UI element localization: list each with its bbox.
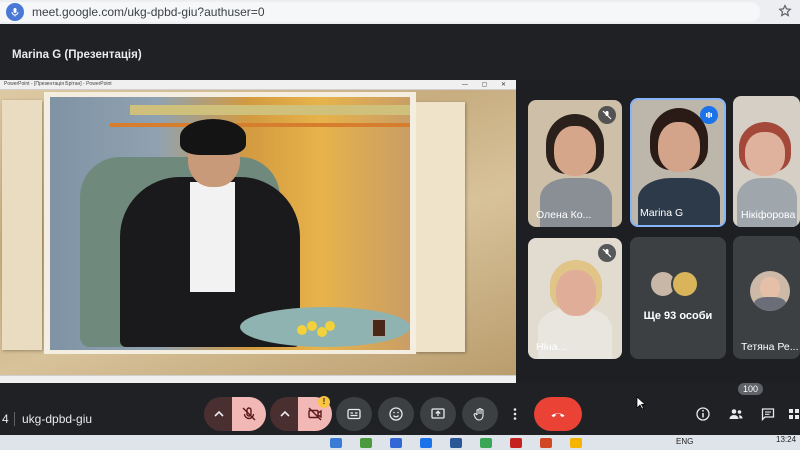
participant-name: Олена Ко... [536, 209, 592, 221]
bookmark-star-icon[interactable] [778, 4, 792, 18]
taskbar-app-icon[interactable] [360, 438, 372, 448]
participant-name: Marina G [640, 207, 684, 219]
window-controls-icon: — ▢ ✕ [461, 82, 512, 88]
chevron-up-icon [214, 410, 224, 417]
stacked-avatars [649, 270, 699, 298]
mic-off-icon [598, 244, 616, 262]
chat-icon [761, 408, 775, 422]
taskbar-app-icon[interactable] [390, 438, 402, 448]
participant-video [638, 178, 720, 225]
more-vert-icon [513, 408, 517, 420]
voice-search-icon[interactable] [6, 3, 24, 21]
slide-card-right [415, 102, 465, 352]
audio-options-button[interactable] [204, 397, 234, 431]
chevron-up-icon [280, 410, 290, 417]
meeting-code: ukg-dpbd-giu [22, 412, 93, 426]
photo-flowers [295, 319, 337, 341]
address-field[interactable]: meet.google.com/ukg-dpbd-giu?authuser=0 [0, 2, 760, 22]
present-button[interactable] [420, 397, 456, 431]
photo-backdrop-stripe [130, 105, 410, 115]
present-screen-icon [431, 408, 445, 419]
captions-icon [347, 408, 361, 420]
taskbar-app-icon[interactable] [570, 438, 582, 448]
camera-alert-badge: ! [318, 396, 330, 408]
more-participants-tile[interactable]: Ще 93 особи [630, 237, 726, 359]
participant-face [745, 132, 785, 176]
raise-hand-button[interactable] [462, 397, 498, 431]
taskbar-app-icon[interactable] [330, 438, 342, 448]
camera-off-icon [308, 407, 322, 421]
powerpoint-statusbar [0, 375, 516, 383]
meet-header: Marina G (Презентація) [0, 24, 800, 80]
meeting-details-button[interactable] [694, 405, 712, 423]
participant-tile[interactable]: Ніна... [528, 238, 622, 359]
presenter-title: Marina G (Презентація) [12, 49, 142, 61]
activities-button[interactable] [788, 405, 800, 423]
taskbar-app-icon[interactable] [510, 438, 522, 448]
browser-address-bar: meet.google.com/ukg-dpbd-giu?authuser=0 [0, 0, 800, 24]
os-taskbar: ENG 13:24 [0, 435, 800, 450]
avatar [750, 271, 790, 311]
speaking-indicator-icon [700, 106, 718, 124]
info-icon [696, 407, 710, 421]
video-options-button[interactable] [270, 397, 300, 431]
system-clock[interactable]: 13:24 [776, 435, 796, 444]
taskbar-app-icon[interactable] [480, 438, 492, 448]
meeting-time: 4 [2, 412, 9, 426]
participant-face [556, 270, 596, 316]
captions-button[interactable] [336, 397, 372, 431]
powerpoint-titlebar: PowerPoint - [Презентація Брітан] - Powe… [0, 80, 516, 90]
hand-icon [473, 407, 484, 421]
browser-toolbar-icons [778, 4, 792, 18]
people-button[interactable] [727, 405, 745, 423]
mic-toggle-button[interactable] [232, 397, 266, 431]
participant-face [554, 126, 596, 176]
divider [14, 412, 15, 426]
hang-up-icon [551, 413, 565, 418]
participant-name: Тетяна Ре... [741, 341, 799, 353]
mic-off-icon [242, 407, 256, 421]
photo-man-shirt [190, 182, 235, 292]
meet-control-bar: 4 ukg-dpbd-giu ! [0, 383, 800, 435]
taskbar-app-icon[interactable] [450, 438, 462, 448]
url-text: meet.google.com/ukg-dpbd-giu?authuser=0 [32, 5, 265, 19]
chat-button[interactable] [759, 405, 777, 423]
more-options-button[interactable] [504, 397, 526, 431]
participant-tile[interactable]: Нікіфорова [733, 96, 800, 227]
participant-tile[interactable]: Тетяна Ре... [733, 236, 800, 359]
participant-count-badge: 100 [738, 383, 764, 395]
participant-tile[interactable]: Marina G [630, 98, 726, 227]
photo-backdrop-line [110, 123, 410, 127]
mouse-cursor-icon [636, 396, 646, 410]
participant-tile[interactable]: Олена Ко... [528, 100, 622, 227]
reactions-button[interactable] [378, 397, 414, 431]
keyboard-language[interactable]: ENG [676, 437, 693, 446]
people-icon [729, 409, 743, 419]
taskbar-app-icon[interactable] [540, 438, 552, 448]
slide-card-left [2, 100, 42, 350]
emoji-icon [389, 407, 403, 421]
grid-shapes-icon [789, 409, 799, 419]
participant-name: Ніна... [536, 341, 567, 353]
leave-call-button[interactable] [534, 397, 582, 431]
taskbar-app-icon[interactable] [420, 438, 432, 448]
participant-face [658, 122, 700, 172]
photo-man-hair [180, 119, 246, 155]
more-participants-label: Ще 93 особи [643, 310, 713, 322]
mic-off-icon [598, 106, 616, 124]
powerpoint-window-title: PowerPoint - [Презентація Брітан] - Powe… [4, 81, 112, 87]
photo-glass [372, 319, 386, 337]
participant-name: Нікіфорова [741, 209, 796, 221]
avatar [671, 270, 699, 298]
slide-photo [50, 97, 410, 350]
